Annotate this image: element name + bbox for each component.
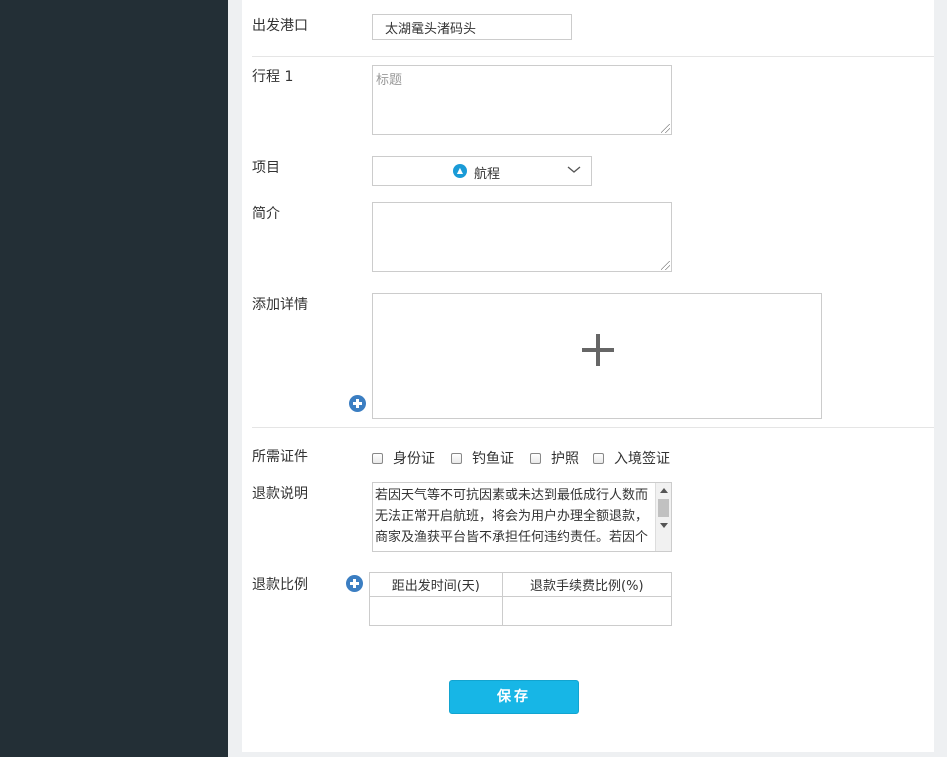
refund-note-label: 退款说明: [252, 486, 308, 502]
checkbox-label: 钓鱼证: [472, 451, 514, 467]
add-refund-rule-icon[interactable]: [346, 575, 363, 592]
details-upload-area[interactable]: [372, 293, 822, 419]
itinerary-label: 行程 1: [252, 69, 294, 85]
table-row: [369, 596, 673, 626]
intro-label: 简介: [252, 206, 280, 222]
project-label: 项目: [252, 160, 280, 176]
checkbox[interactable]: [372, 452, 383, 464]
checkbox[interactable]: [451, 452, 462, 464]
itinerary-title-textarea[interactable]: 标题: [372, 65, 672, 135]
checkbox-label: 护照: [551, 451, 579, 467]
scrollbar[interactable]: [655, 483, 671, 551]
document-checkbox-id-card[interactable]: 身份证: [372, 448, 435, 468]
checkbox[interactable]: [530, 452, 541, 464]
checkbox-label: 身份证: [393, 451, 435, 467]
scroll-thumb[interactable]: [658, 499, 669, 517]
resize-handle-icon[interactable]: [661, 124, 670, 133]
scroll-up-icon[interactable]: [660, 488, 668, 493]
details-label: 添加详情: [252, 297, 308, 313]
plus-icon-vertical: [596, 334, 600, 366]
sidebar: [0, 0, 228, 757]
document-checkbox-passport[interactable]: 护照: [530, 448, 579, 468]
scroll-down-icon[interactable]: [660, 523, 668, 528]
form-panel: 出发港口 太湖鼋头渚码头 行程 1 标题 项目 ▲ 航程 简介 添加详情 所需证…: [242, 0, 934, 752]
divider: [252, 427, 934, 428]
resize-handle-icon[interactable]: [661, 261, 670, 270]
column-header-days: 距出发时间(天): [369, 572, 503, 597]
table-header-row: 距出发时间(天) 退款手续费比例(%): [369, 572, 673, 597]
refund-ratio-label: 退款比例: [252, 577, 308, 593]
days-cell[interactable]: [369, 596, 503, 626]
document-checkbox-entry-visa[interactable]: 入境签证: [593, 448, 670, 468]
document-checkbox-fishing-license[interactable]: 钓鱼证: [451, 448, 514, 468]
divider: [252, 56, 934, 57]
refund-note-text: 若因天气等不可抗因素或未达到最低成行人数而无法正常开启航班，将会为用户办理全额退…: [375, 488, 649, 545]
departure-port-input[interactable]: 太湖鼋头渚码头: [372, 14, 572, 40]
project-select-value: 航程: [474, 167, 501, 182]
checkbox-label: 入境签证: [614, 451, 670, 467]
project-select[interactable]: ▲ 航程: [372, 156, 592, 186]
itinerary-title-placeholder: 标题: [376, 73, 403, 88]
intro-textarea[interactable]: [372, 202, 672, 272]
save-button[interactable]: 保存: [449, 680, 579, 714]
checkbox[interactable]: [593, 452, 604, 464]
add-detail-icon[interactable]: [349, 395, 366, 412]
departure-port-label: 出发港口: [252, 18, 308, 34]
refund-ratio-table: 距出发时间(天) 退款手续费比例(%): [369, 572, 673, 626]
documents-label: 所需证件: [252, 449, 308, 465]
boat-icon: ▲: [453, 164, 467, 178]
refund-note-textarea[interactable]: 若因天气等不可抗因素或未达到最低成行人数而无法正常开启航班，将会为用户办理全额退…: [372, 482, 672, 552]
fee-ratio-cell[interactable]: [501, 596, 673, 626]
column-header-fee-ratio: 退款手续费比例(%): [501, 572, 673, 597]
chevron-down-icon: [567, 166, 581, 173]
